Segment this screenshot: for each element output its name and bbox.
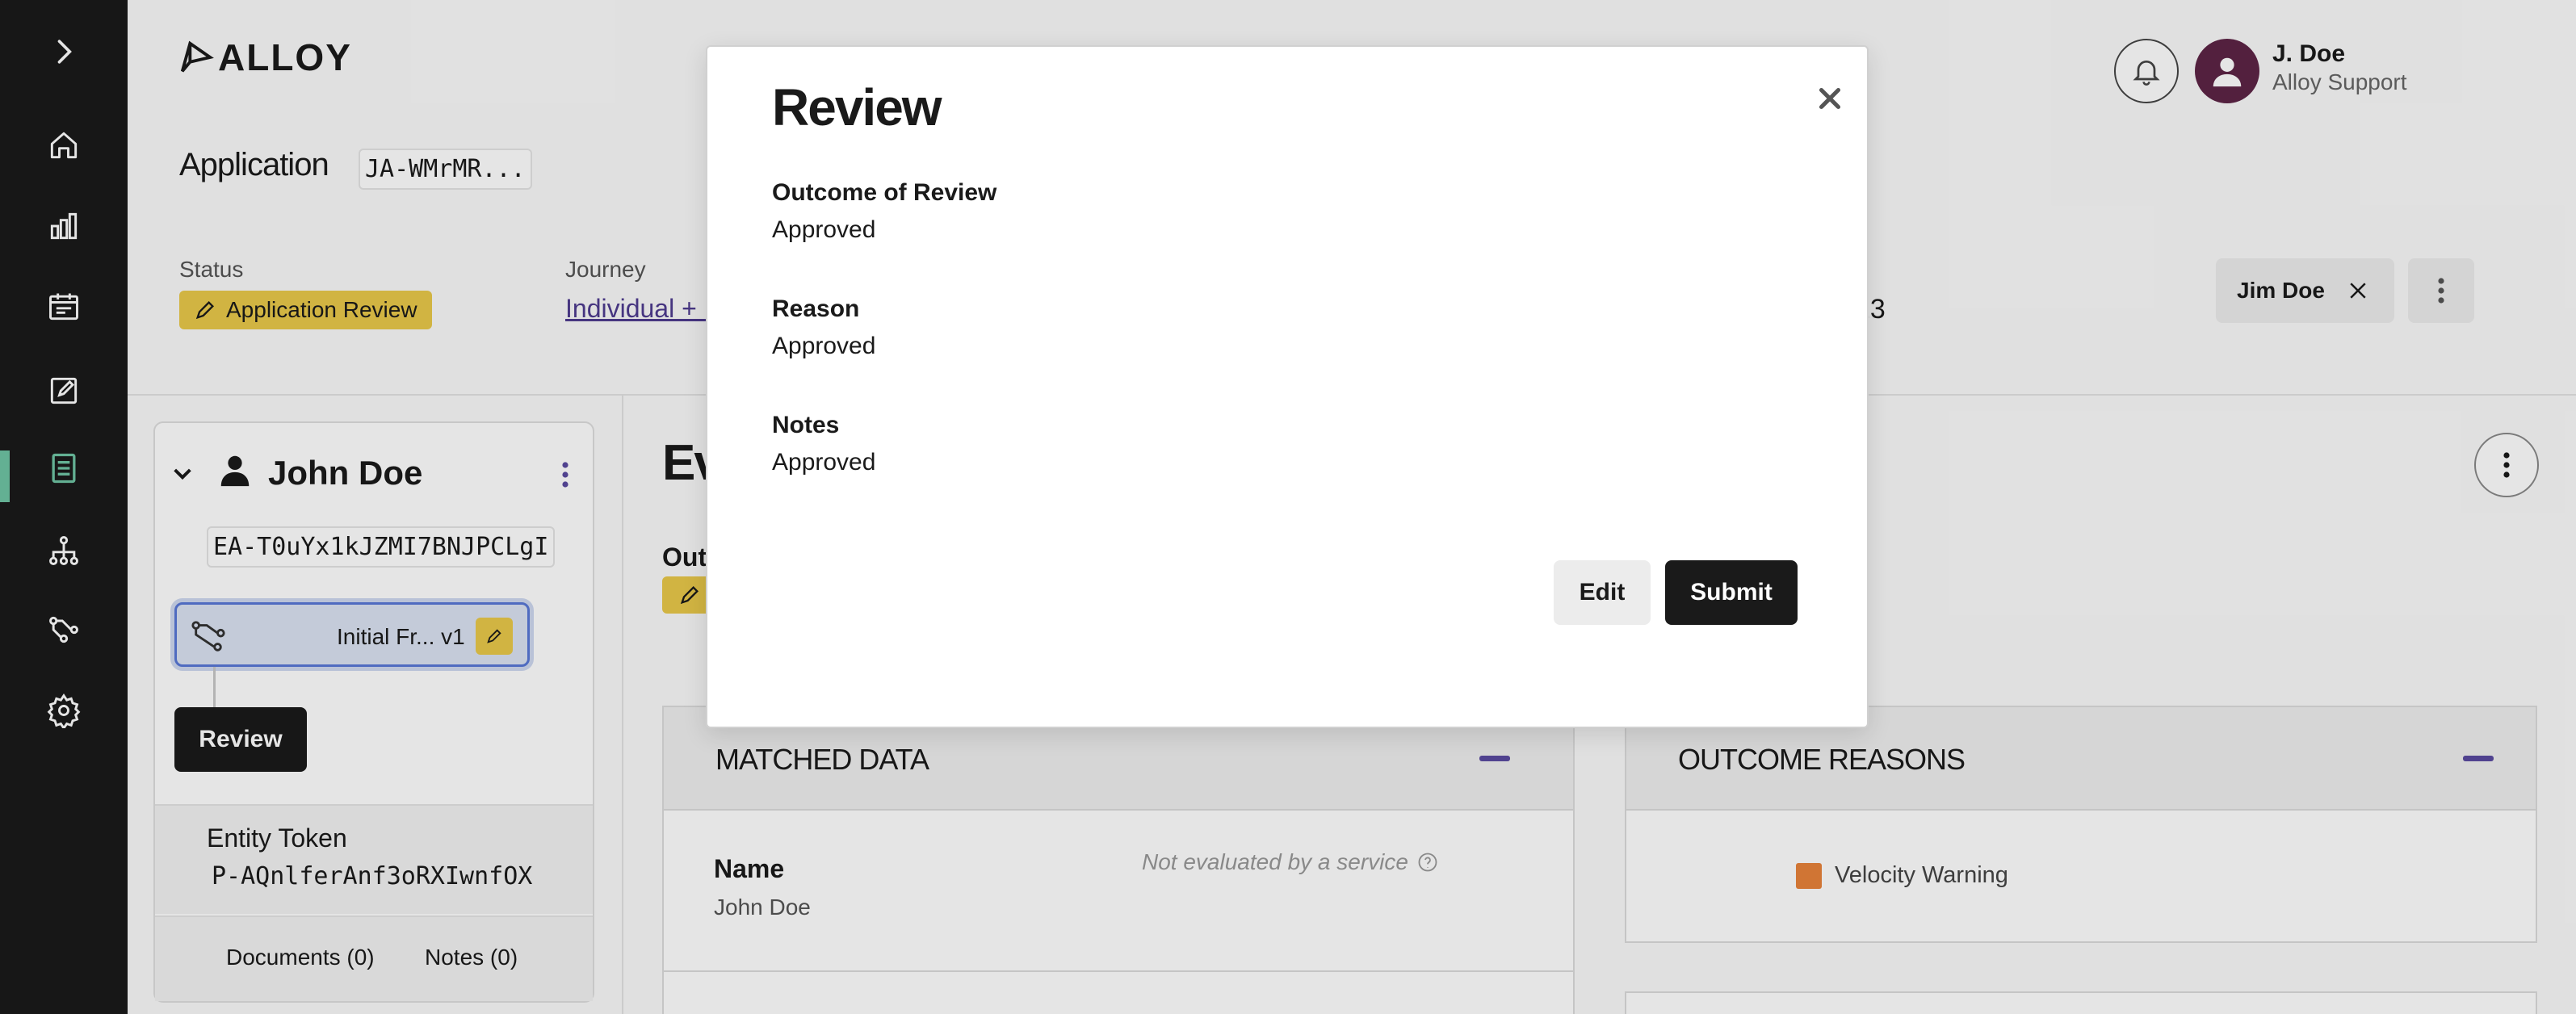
notes-label: Notes — [772, 412, 840, 438]
submit-button[interactable]: Submit — [1665, 560, 1798, 625]
reason-value: Approved — [772, 333, 876, 359]
outcome-of-review-value: Approved — [772, 216, 876, 243]
review-modal: Review Outcome of Review Approved Reason… — [706, 45, 1869, 728]
close-icon[interactable] — [1806, 74, 1854, 123]
notes-value: Approved — [772, 449, 876, 476]
reason-label: Reason — [772, 295, 860, 322]
modal-title: Review — [772, 78, 942, 136]
outcome-of-review-label: Outcome of Review — [772, 179, 997, 206]
edit-button[interactable]: Edit — [1554, 560, 1651, 625]
